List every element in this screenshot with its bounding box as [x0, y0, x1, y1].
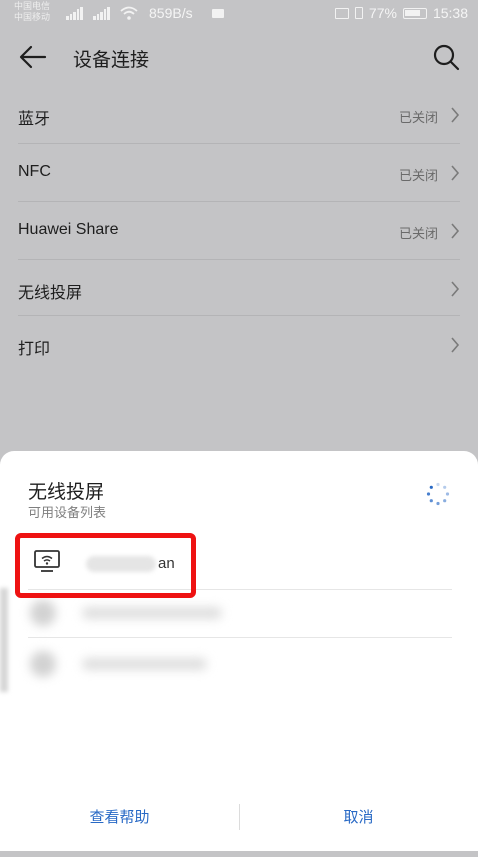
view-help-button[interactable]: 查看帮助	[0, 791, 239, 841]
sheet-footer: 查看帮助 取消	[0, 791, 478, 841]
cast-icon	[334, 7, 349, 19]
settings-item-label: 打印	[18, 341, 51, 358]
settings-item-status: 已关闭	[398, 226, 438, 241]
chevron-right-icon	[451, 281, 460, 297]
sheet-title: 无线投屏	[28, 482, 105, 503]
blurred-device-row	[30, 647, 230, 681]
chevron-right-icon	[451, 107, 460, 123]
list-divider	[28, 637, 452, 638]
carrier-2: 中国移动	[14, 12, 51, 22]
settings-item-status: 已关闭	[398, 168, 438, 183]
app-bar: 设备连接	[0, 30, 478, 86]
network-speed: 859B/s	[149, 5, 193, 21]
vibrate-icon	[354, 7, 363, 19]
settings-item-label: 蓝牙	[18, 111, 51, 128]
settings-item-nfc[interactable]: NFC 已关闭	[18, 144, 460, 202]
wifi-icon	[120, 6, 138, 20]
battery-icon	[402, 7, 427, 19]
chevron-right-icon	[451, 223, 460, 239]
edge-blur	[0, 588, 8, 692]
highlight-box	[15, 533, 196, 598]
wireless-projection-sheet: 无线投屏 可用设备列表 an 查看帮助 取消	[0, 451, 478, 851]
settings-item-status: 已关闭	[398, 110, 438, 125]
back-arrow-icon[interactable]	[18, 44, 48, 70]
cancel-button[interactable]: 取消	[239, 791, 478, 841]
signal-icon	[66, 7, 83, 20]
sheet-subtitle: 可用设备列表	[28, 505, 107, 520]
battery-percent: 77%	[368, 5, 397, 21]
bottom-strip	[0, 851, 478, 857]
camera-icon	[212, 9, 224, 18]
settings-item-bluetooth[interactable]: 蓝牙 已关闭	[18, 86, 460, 144]
settings-item-print[interactable]: 打印	[18, 316, 460, 372]
chevron-right-icon	[451, 337, 460, 353]
search-icon[interactable]	[432, 43, 460, 71]
blurred-device-row	[30, 596, 230, 630]
settings-item-huawei-share[interactable]: Huawei Share 已关闭	[18, 202, 460, 260]
settings-item-wireless-projection[interactable]: 无线投屏	[18, 260, 460, 316]
settings-item-label: Huawei Share	[18, 221, 119, 238]
signal-icon-2	[93, 7, 110, 20]
status-bar: 中国电信 中国移动 859B/s 77% 15:38	[0, 0, 478, 30]
loading-spinner-icon	[426, 482, 450, 506]
settings-item-label: 无线投屏	[18, 285, 83, 302]
settings-list: 蓝牙 已关闭 NFC 已关闭 Huawei Share 已关闭 无线投屏 打印	[0, 86, 478, 372]
page-title: 设备连接	[73, 50, 150, 71]
clock: 15:38	[432, 5, 468, 21]
carrier-labels: 中国电信 中国移动	[14, 1, 50, 23]
chevron-right-icon	[451, 165, 460, 181]
carrier-1: 中国电信	[14, 1, 51, 11]
status-right: 77% 15:38	[334, 5, 468, 21]
settings-item-label: NFC	[18, 163, 51, 180]
